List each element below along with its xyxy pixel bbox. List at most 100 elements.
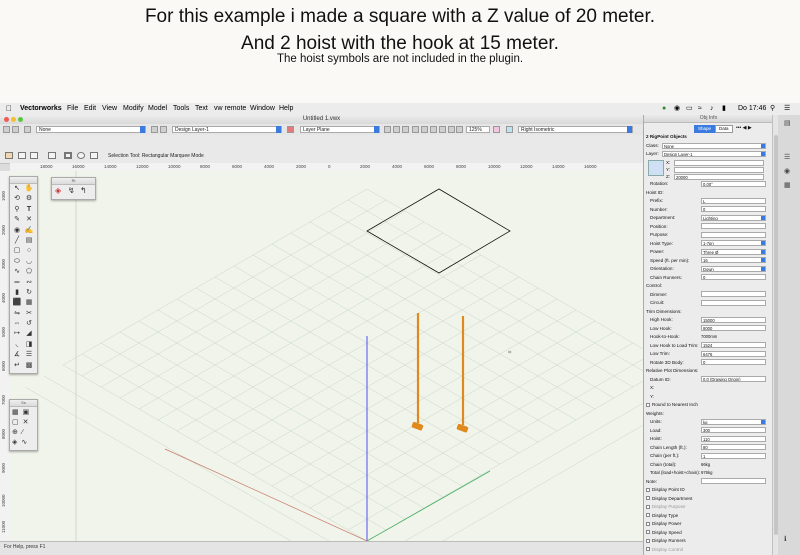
extrude-tool-icon[interactable]: ▮ (12, 289, 22, 297)
bridle-tool-icon[interactable]: ↰ (80, 186, 87, 195)
circle-tool-icon[interactable]: ○ (24, 247, 34, 255)
menu-help[interactable]: Help (279, 103, 293, 115)
attribute-tool-icon[interactable]: ◉ (12, 227, 22, 235)
param-select[interactable]: Three Ø (701, 248, 766, 255)
param-field[interactable]: 1524 (701, 342, 766, 348)
polyline-tool-icon[interactable]: ∿ (12, 268, 22, 276)
menu-model[interactable]: Model (148, 103, 167, 115)
smart-points-icon[interactable]: ◈ (12, 439, 17, 446)
menu-tools[interactable]: Tools (173, 103, 189, 115)
menu-app-name[interactable]: Vectorworks (20, 103, 62, 115)
param-select[interactable]: Down (701, 265, 766, 272)
polygonal-marquee-icon[interactable] (90, 152, 98, 159)
smart-edge-icon[interactable]: ∿ (21, 439, 27, 446)
layer-visibility-icon[interactable] (151, 126, 158, 133)
render-mode-icon[interactable] (384, 126, 391, 133)
active-layer-select[interactable]: Design Layer-1 (172, 126, 282, 133)
layer-options-icon[interactable] (160, 126, 167, 133)
working-plane-icon[interactable] (287, 126, 294, 133)
oval-tool-icon[interactable]: ⬭ (12, 258, 22, 266)
fit-to-objects-icon[interactable] (430, 126, 437, 133)
wifi-icon[interactable]: ≈ (698, 103, 702, 115)
wall-tool-icon[interactable]: ▤ (24, 237, 34, 245)
param-field[interactable]: 80 (701, 444, 766, 450)
zoom-field[interactable]: 125% (466, 126, 490, 133)
drawing-canvas[interactable]: ⌗ (10, 171, 643, 541)
checkbox[interactable] (646, 402, 650, 407)
spotlight-icon[interactable]: ⚲ (770, 103, 775, 115)
zoom-tool-icon[interactable]: ⚲ (12, 206, 22, 214)
snap-intersection-icon[interactable]: ✕ (23, 419, 29, 426)
lasso-marquee-icon[interactable] (77, 152, 85, 159)
volume-icon[interactable]: ♪ (710, 103, 714, 115)
param-field[interactable]: 15000 (701, 316, 766, 323)
transform-mode-icon[interactable] (18, 152, 26, 159)
checkbox[interactable] (646, 530, 650, 534)
checkbox[interactable] (646, 538, 650, 543)
param-select[interactable]: Lighting (701, 214, 766, 221)
zoom-in-icon[interactable] (421, 126, 428, 133)
menu-window[interactable]: Window (250, 103, 275, 115)
snap-object-icon[interactable]: ▣ (23, 409, 30, 416)
tab-data[interactable]: Data (715, 125, 733, 133)
current-view-select[interactable]: Right Isometric (518, 126, 633, 133)
tab-shape[interactable]: Shape (694, 125, 716, 133)
param-field[interactable]: 0 (701, 274, 766, 280)
apple-icon[interactable]:  (6, 103, 12, 115)
view-cube-icon[interactable] (506, 126, 513, 133)
oip-x-field[interactable] (674, 159, 764, 166)
hoist-2[interactable] (456, 316, 469, 433)
battery-icon[interactable]: ▮ (722, 103, 726, 115)
clip-tool-icon[interactable]: ◨ (24, 341, 34, 349)
push-pull-tool-icon[interactable]: ⬛ (12, 299, 22, 307)
layer-plane-select[interactable]: Layer Plane (300, 126, 380, 133)
param-field[interactable]: 6476 (701, 350, 766, 357)
minimize-window-icon[interactable] (11, 117, 16, 122)
sweep-tool-icon[interactable]: ↻ (24, 289, 34, 297)
param-field[interactable] (701, 299, 766, 306)
trim-tool-icon[interactable]: ✂ (24, 310, 34, 318)
disable-snapping-icon[interactable] (30, 152, 38, 159)
locus-tool-icon[interactable]: ✕ (24, 216, 34, 224)
info-icon[interactable]: ℹ (784, 535, 792, 543)
menu-clock[interactable]: Do 17:46 (738, 103, 766, 115)
oip-z-field[interactable]: 20000 (674, 173, 764, 180)
param-field[interactable]: L (701, 197, 766, 204)
eyedropper-tool-icon[interactable]: ✍ (24, 227, 34, 235)
reshape-tool-icon[interactable]: ◢ (24, 330, 34, 338)
hoist-tool-icon[interactable]: ↯ (68, 186, 75, 195)
double-line-tool-icon[interactable]: ═ (12, 279, 22, 287)
line-tool-icon[interactable]: ╱ (12, 237, 22, 245)
projection-icon[interactable] (393, 126, 400, 133)
menu-file[interactable]: File (67, 103, 78, 115)
selection-mode-icon[interactable] (5, 152, 13, 159)
param-field[interactable]: 1 (701, 452, 766, 459)
status-icon[interactable]: ● (662, 103, 666, 115)
param-field[interactable]: 0 (701, 206, 766, 212)
freehand-tool-icon[interactable]: ∾ (24, 279, 34, 287)
standard-views-icon[interactable] (402, 126, 409, 133)
checkbox[interactable] (646, 487, 650, 492)
menu-modify[interactable]: Modify (123, 103, 144, 115)
arc-tool-icon[interactable]: ◡ (24, 258, 34, 266)
dimension-tool-icon[interactable]: ↦ (12, 330, 22, 338)
checkbox[interactable] (646, 504, 650, 509)
oip-layer-select[interactable]: Design Layer-1 (662, 150, 766, 157)
display-icon[interactable]: ▭ (686, 103, 693, 115)
sync-icon[interactable]: ◉ (674, 103, 680, 115)
menu-text[interactable]: Text (195, 103, 208, 115)
checkbox[interactable] (646, 496, 650, 500)
menu-vw-remote[interactable]: vw remote (214, 103, 246, 115)
param-field[interactable] (701, 478, 766, 484)
forward-icon[interactable] (12, 126, 19, 133)
checkbox[interactable] (646, 513, 650, 517)
snap-grid-icon[interactable]: ▦ (12, 409, 19, 416)
snap-angle-icon[interactable]: ▢ (12, 419, 19, 426)
mirror-tool-icon[interactable]: ⇔ (12, 320, 22, 328)
visualization-icon[interactable]: ◉ (784, 167, 792, 175)
resource-manager-icon[interactable]: ▤ (784, 119, 792, 127)
class-visibility-icon[interactable] (24, 126, 31, 133)
clip-cube-icon[interactable] (493, 126, 500, 133)
attributes-icon[interactable]: ▦ (784, 181, 792, 189)
split-tool-icon[interactable]: ☰ (24, 351, 34, 359)
